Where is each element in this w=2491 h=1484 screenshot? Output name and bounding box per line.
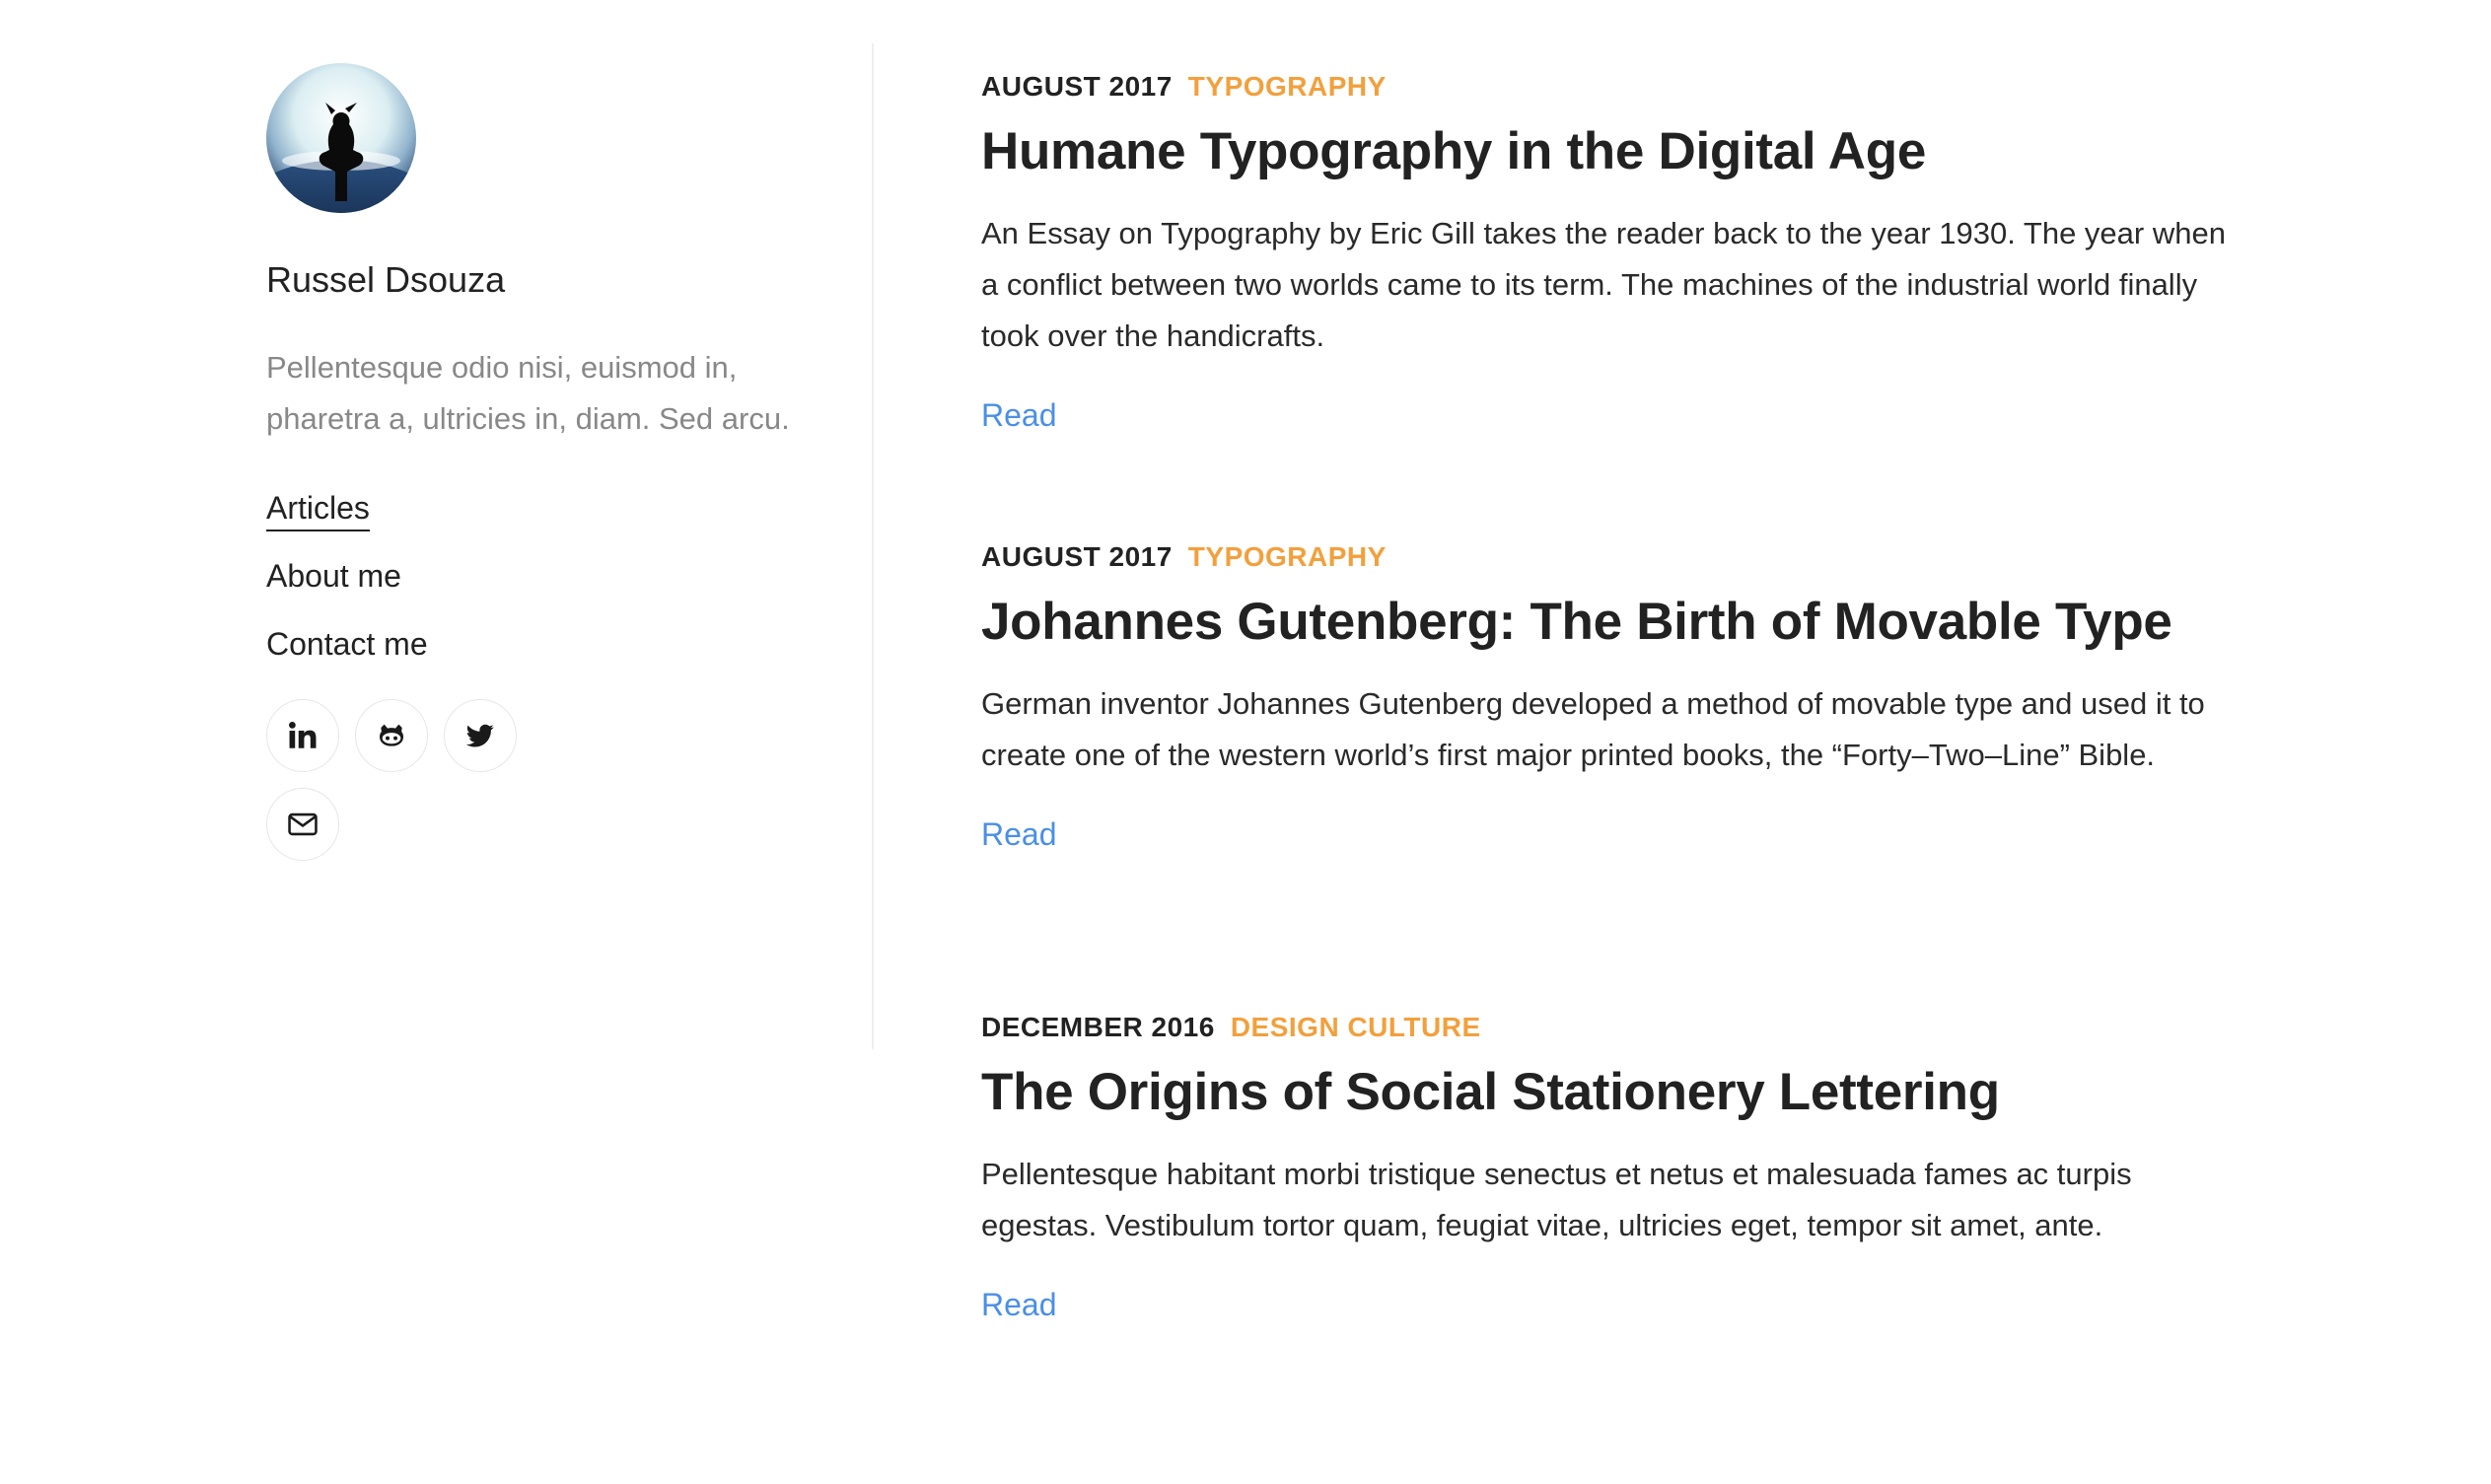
- article-title[interactable]: Humane Typography in the Digital Age: [981, 122, 2263, 182]
- article-category[interactable]: TYPOGRAPHY: [1188, 71, 1387, 102]
- read-link[interactable]: Read: [981, 399, 1057, 431]
- article-excerpt: An Essay on Typography by Eric Gill take…: [981, 215, 2226, 353]
- nav-item-label: About me: [266, 558, 401, 595]
- linkedin-button[interactable]: [266, 699, 339, 773]
- article-item: AUGUST 2017 TYPOGRAPHY Johannes Gutenberg…: [981, 543, 2263, 1014]
- github-button[interactable]: [355, 699, 428, 773]
- article-category[interactable]: TYPOGRAPHY: [1188, 541, 1387, 572]
- nav-item-label: Articles: [266, 490, 370, 532]
- sidebar: Russel Dsouza Pellentesque odio nisi, eu…: [266, 63, 818, 862]
- social-links: [266, 699, 562, 862]
- article-excerpt: Pellentesque habitant morbi tristique se…: [981, 1156, 2132, 1242]
- article-excerpt: German inventor Johannes Gutenberg devel…: [981, 685, 2205, 772]
- nav-item-about-me[interactable]: About me: [266, 560, 818, 592]
- article-title[interactable]: Johannes Gutenberg: The Birth of Movable…: [981, 593, 2263, 653]
- article-meta: DECEMBER 2016 DESIGN CULTURE: [981, 1014, 2263, 1041]
- twitter-icon: [465, 724, 494, 747]
- mail-button[interactable]: [266, 788, 339, 862]
- nav-item-contact-me[interactable]: Contact me: [266, 628, 818, 660]
- author-bio: Pellentesque odio nisi, euismod in, phar…: [266, 350, 790, 437]
- article-date: AUGUST 2017: [981, 71, 1173, 102]
- github-icon: [380, 724, 403, 746]
- mail-icon: [288, 813, 318, 836]
- author-name: Russel Dsouza: [266, 259, 506, 300]
- sidebar-divider: [872, 43, 874, 1049]
- article-title[interactable]: The Origins of Social Stationery Letteri…: [981, 1063, 2263, 1123]
- article-item: DECEMBER 2016 DESIGN CULTURE The Origins …: [981, 1014, 2263, 1484]
- article-item: AUGUST 2017 TYPOGRAPHY Humane Typography …: [981, 73, 2263, 543]
- avatar[interactable]: [266, 63, 416, 213]
- nav-item-articles[interactable]: Articles: [266, 490, 818, 532]
- read-link[interactable]: Read: [981, 818, 1057, 850]
- article-meta: AUGUST 2017 TYPOGRAPHY: [981, 543, 2263, 571]
- article-list: AUGUST 2017 TYPOGRAPHY Humane Typography …: [981, 73, 2263, 1484]
- linkedin-icon: [288, 722, 317, 748]
- article-meta: AUGUST 2017 TYPOGRAPHY: [981, 73, 2263, 101]
- read-link[interactable]: Read: [981, 1289, 1057, 1320]
- nav-item-label: Contact me: [266, 626, 428, 663]
- twitter-button[interactable]: [444, 699, 517, 773]
- main-nav: Articles About me Contact me: [266, 490, 818, 660]
- article-category[interactable]: DESIGN CULTURE: [1231, 1012, 1481, 1042]
- article-date: AUGUST 2017: [981, 541, 1173, 572]
- article-date: DECEMBER 2016: [981, 1012, 1215, 1042]
